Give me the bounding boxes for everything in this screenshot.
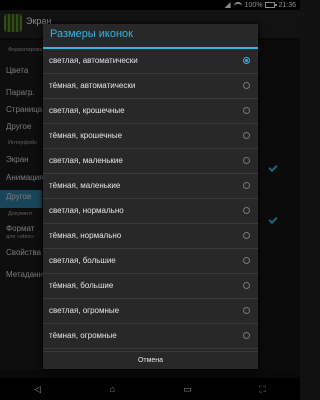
radio-option-label: тёмная, большие — [49, 281, 114, 290]
radio-option[interactable]: тёмная, автоматически — [43, 74, 258, 99]
radio-option-label: светлая, автоматически — [49, 56, 138, 65]
radio-option[interactable]: светлая, крошечные — [43, 99, 258, 124]
option-list: светлая, автоматически тёмная, автоматиче… — [43, 49, 258, 349]
radio-option-label: светлая, нормально — [49, 206, 124, 215]
radio-option[interactable]: тёмная, огромные — [43, 324, 258, 349]
radio-option-label: тёмная, автоматически — [49, 81, 136, 90]
radio-unselected-icon[interactable] — [243, 182, 250, 189]
radio-unselected-icon[interactable] — [243, 82, 250, 89]
radio-option[interactable]: светлая, нормально — [43, 199, 258, 224]
radio-unselected-icon[interactable] — [243, 232, 250, 239]
radio-option-label: светлая, большие — [49, 256, 116, 265]
cancel-button[interactable]: Отмена — [43, 351, 258, 370]
radio-option-label: тёмная, крошечные — [49, 131, 123, 140]
radio-option[interactable]: светлая, автоматически — [43, 49, 258, 74]
radio-option[interactable]: светлая, маленькие — [43, 149, 258, 174]
radio-unselected-icon[interactable] — [243, 282, 250, 289]
radio-option[interactable]: светлая, большие — [43, 249, 258, 274]
icon-size-dialog: Размеры иконок светлая, автоматически тём… — [43, 24, 258, 369]
radio-option[interactable]: тёмная, нормально — [43, 224, 258, 249]
dialog-title: Размеры иконок — [50, 28, 133, 40]
radio-option-label: тёмная, огромные — [49, 331, 117, 340]
radio-unselected-icon[interactable] — [243, 207, 250, 214]
radio-unselected-icon[interactable] — [243, 107, 250, 114]
radio-unselected-icon[interactable] — [243, 307, 250, 314]
radio-option-label: тёмная, маленькие — [49, 181, 121, 190]
radio-option-label: светлая, огромные — [49, 306, 120, 315]
radio-option[interactable]: тёмная, крошечные — [43, 124, 258, 149]
radio-option-label: тёмная, нормально — [49, 231, 122, 240]
radio-selected-icon[interactable] — [243, 57, 250, 64]
radio-option[interactable]: тёмная, маленькие — [43, 174, 258, 199]
radio-option-label: светлая, маленькие — [49, 156, 123, 165]
radio-option-label: светлая, крошечные — [49, 106, 125, 115]
radio-unselected-icon[interactable] — [243, 257, 250, 264]
radio-unselected-icon[interactable] — [243, 332, 250, 339]
radio-unselected-icon[interactable] — [243, 132, 250, 139]
radio-option[interactable]: тёмная, большие — [43, 274, 258, 299]
radio-unselected-icon[interactable] — [243, 157, 250, 164]
radio-option[interactable]: светлая, огромные — [43, 299, 258, 324]
